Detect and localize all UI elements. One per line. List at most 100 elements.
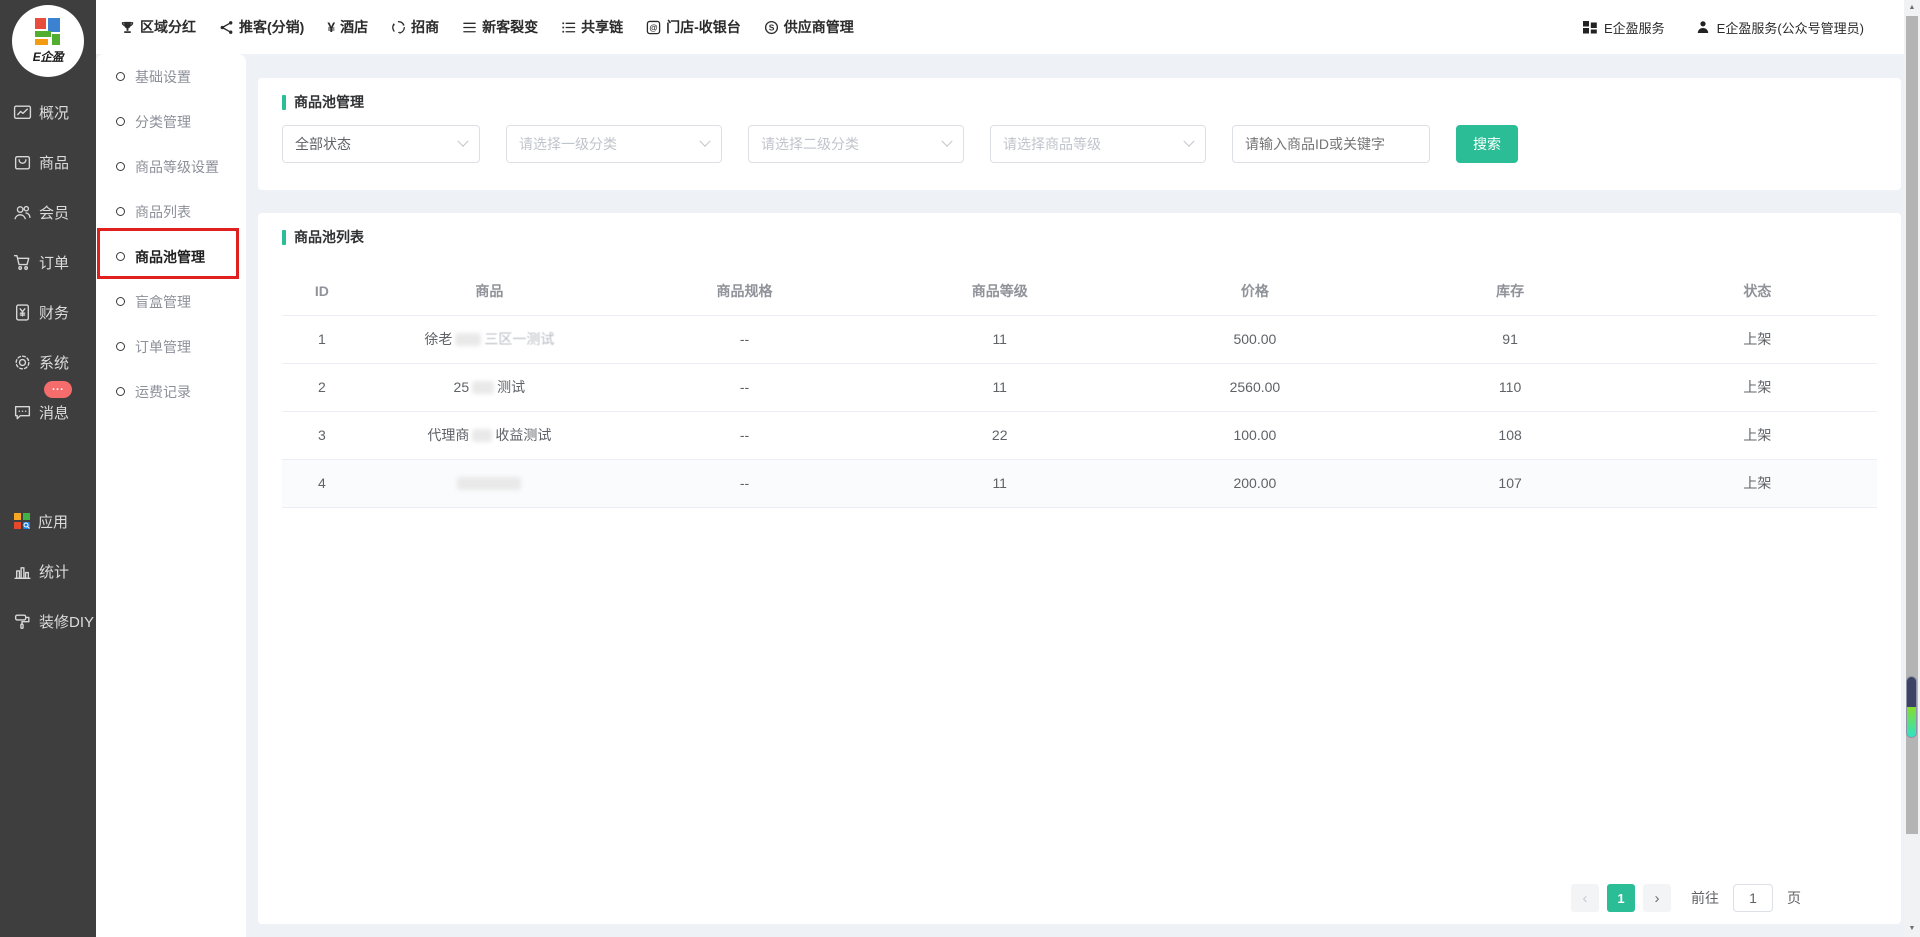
members-icon [13,203,32,222]
sidebar-item-finance[interactable]: 财务 [0,287,96,337]
cell-id: 3 [282,411,362,459]
finance-icon [13,303,32,322]
app-logo[interactable]: E企盈 [12,5,84,77]
page-scrollbar[interactable]: ▲ ▼ [1904,0,1920,937]
submenu-item-goods-list[interactable]: 商品列表 [96,189,246,234]
section-accent-bar [282,230,286,245]
circle-icon [116,207,125,216]
user-icon [1695,19,1711,35]
cell-stock: 91 [1383,315,1638,363]
cell-spec: -- [617,315,872,363]
cell-status: 上架 [1638,315,1877,363]
sidebar-item-orders[interactable]: 订单 [0,237,96,287]
level1-category-select[interactable]: 请选择一级分类 [506,125,722,163]
submenu-item-blind-box-management[interactable]: 盲盒管理 [96,279,246,324]
svg-text:S: S [768,22,774,32]
col-header-level: 商品等级 [872,267,1127,315]
orders-cart-icon [13,253,32,272]
logo-mark-icon [28,17,68,51]
topnav-item-share-chain[interactable]: 共享链 [561,17,623,37]
cell-id: 4 [282,459,362,507]
submenu-item-basic-settings[interactable]: 基础设置 [96,54,246,99]
product-name-text: 25 [454,379,470,395]
table-row: 4 -- 11 200.00 107 上架 [282,459,1877,507]
topnav-item-hotel[interactable]: ¥ 酒店 [327,17,368,37]
submenu-item-category-management[interactable]: 分类管理 [96,99,246,144]
filter-card-title-row: 商品池管理 [282,92,1877,112]
product-name-text: 三区一测试 [484,331,554,347]
sidebar-item-goods[interactable]: 商品 [0,137,96,187]
cell-product: 徐老三区一测试 [362,315,617,363]
cell-status: 上架 [1638,363,1877,411]
status-select[interactable]: 全部状态 [282,125,480,163]
pagination-next-button[interactable]: › [1643,884,1671,912]
level2-category-select[interactable]: 请选择二级分类 [748,125,964,163]
submenu-item-goods-pool-management[interactable]: 商品池管理 [96,234,246,279]
share-icon [219,20,234,35]
table-title: 商品池列表 [294,227,364,247]
svg-text:@: @ [650,22,658,32]
table-card-title-row: 商品池列表 [282,227,1877,247]
page-title: 商品池管理 [294,92,364,112]
sidebar-item-overview[interactable]: 概况 [0,87,96,137]
topnav-item-new-customer-fission[interactable]: 新客裂变 [462,17,538,37]
topnav-item-investment[interactable]: 招商 [391,17,439,37]
circle-icon [116,162,125,171]
scrollbar-up-arrow[interactable]: ▲ [1904,4,1920,11]
cell-spec: -- [617,459,872,507]
submenu-label: 分类管理 [135,112,191,132]
cell-level: 11 [872,315,1127,363]
level1-category-placeholder: 请选择一级分类 [519,134,617,154]
table-row: 1 徐老三区一测试 -- 11 500.00 91 上架 [282,315,1877,363]
topnav-item-region-dividend[interactable]: 区域分红 [120,17,196,37]
pagination-prev-button[interactable]: ‹ [1571,884,1599,912]
cell-stock: 110 [1383,363,1638,411]
topnav-item-distribution[interactable]: 推客(分销) [219,17,304,37]
submenu-item-goods-level-settings[interactable]: 商品等级设置 [96,144,246,189]
topnav-item-supplier-management[interactable]: S 供应商管理 [764,17,854,37]
submenu-item-freight-records[interactable]: 运费记录 [96,369,246,414]
message-icon [13,403,32,422]
sidebar-item-system[interactable]: 系统 [0,337,96,387]
service-menu-label: E企盈服务 [1604,18,1665,37]
circle-icon [116,252,125,261]
sidebar-item-stats[interactable]: 统计 [0,546,96,596]
main-content: 商品池管理 全部状态 请选择一级分类 请选择二级分类 请选择商品等级 搜索 [246,54,1904,937]
chevron-down-icon [941,136,952,147]
filter-card: 商品池管理 全部状态 请选择一级分类 请选择二级分类 请选择商品等级 搜索 [258,78,1901,190]
s-badge-icon: S [764,20,779,35]
topbar-account-area: E企盈服务 E企盈服务(公众号管理员) [1582,0,1864,54]
sidebar-item-messages[interactable]: 消息 ... [0,387,96,437]
sidebar-item-members[interactable]: 会员 [0,187,96,237]
submenu-item-order-management[interactable]: 订单管理 [96,324,246,369]
submenu-label: 商品池管理 [135,247,205,267]
sidebar-item-decoration-diy[interactable]: 装修DIY [0,596,96,646]
circle-icon [116,342,125,351]
cell-id: 1 [282,315,362,363]
account-menu-button[interactable]: E企盈服务(公众号管理员) [1695,18,1864,37]
table-row: 2 25测试 -- 11 2560.00 110 上架 [282,363,1877,411]
sidebar-item-label: 统计 [39,561,69,582]
scrollbar-down-arrow[interactable]: ▼ [1904,925,1920,932]
status-select-value: 全部状态 [295,134,351,154]
keyword-search-input[interactable] [1232,125,1430,163]
cell-spec: -- [617,363,872,411]
goods-level-select[interactable]: 请选择商品等级 [990,125,1206,163]
goods-level-placeholder: 请选择商品等级 [1003,134,1101,154]
censored-text [472,381,494,394]
topnav-item-store-cashier[interactable]: @ 门店-收银台 [646,17,741,37]
col-header-stock: 库存 [1383,267,1638,315]
search-button[interactable]: 搜索 [1456,125,1518,163]
circle-icon [116,297,125,306]
system-gear-icon [13,353,32,372]
pagination-goto-input[interactable] [1733,884,1773,912]
service-menu-button[interactable]: E企盈服务 [1582,18,1665,37]
topnav-label: 新客裂变 [482,17,538,37]
table-header-row: ID 商品 商品规格 商品等级 价格 库存 状态 [282,267,1877,315]
pagination-page-1-button[interactable]: 1 [1607,884,1635,912]
cell-level: 11 [872,459,1127,507]
circle-icon [116,72,125,81]
cell-price: 200.00 [1127,459,1382,507]
sidebar-item-apps[interactable]: 应用 [0,496,96,546]
censored-text [457,477,521,490]
